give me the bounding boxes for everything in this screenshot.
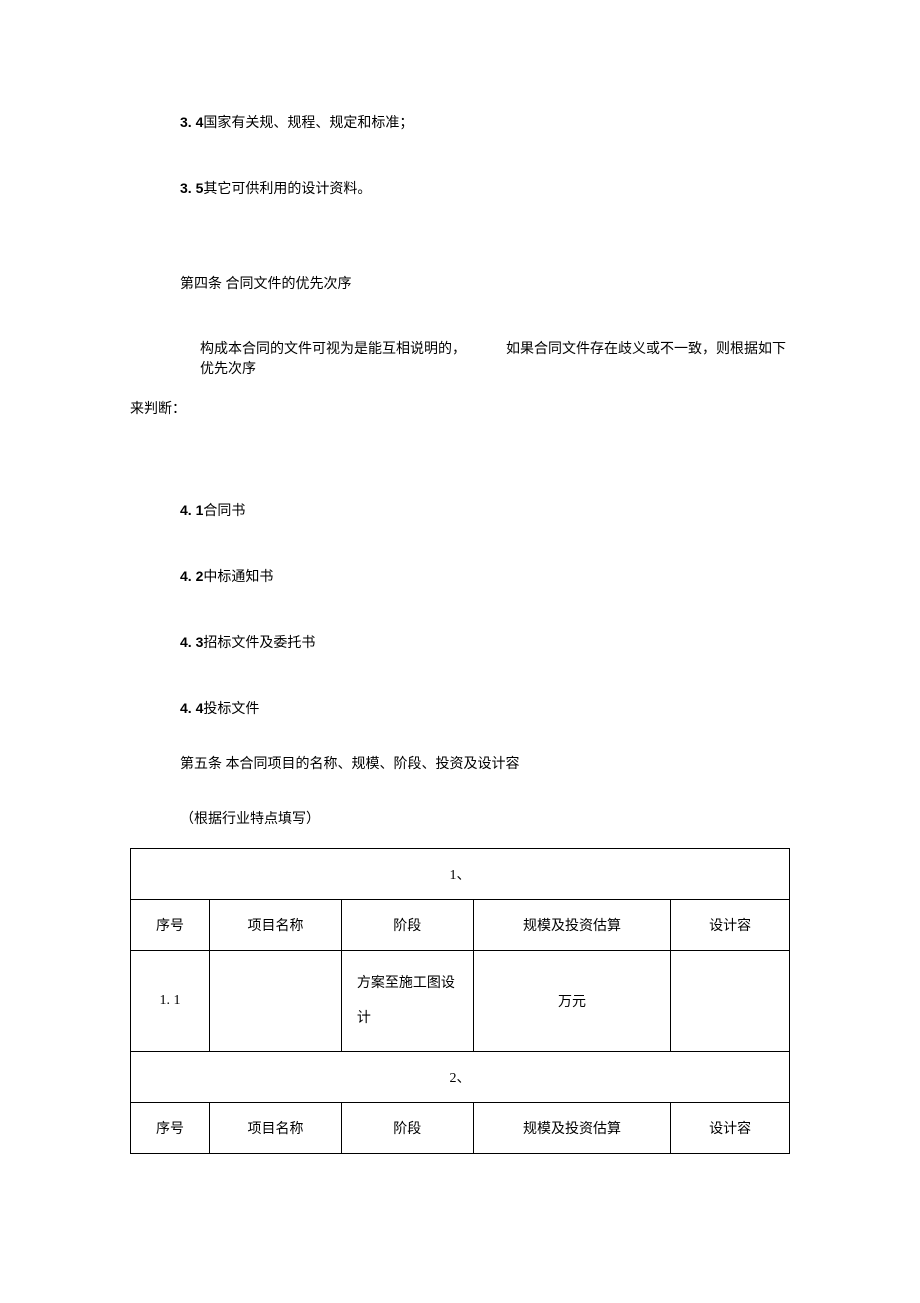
para-text: 招标文件及委托书 — [203, 636, 315, 651]
paragraph-4-3: 4. 3招标文件及委托书 — [130, 630, 790, 656]
paragraph-4-4: 4. 4投标文件 — [130, 696, 790, 722]
header-phase: 阶段 — [341, 899, 473, 950]
body-part-c: 来判断： — [130, 402, 186, 417]
para-number: 4. 4 — [180, 700, 203, 716]
para-number: 4. 2 — [180, 568, 203, 584]
header-scale-investment: 规模及投资估算 — [473, 1102, 671, 1153]
section-title-text: 第四条 合同文件的优先次序 — [180, 277, 352, 292]
header-seq: 序号 — [131, 1102, 210, 1153]
para-number: 4. 3 — [180, 634, 203, 650]
para-text: 其它可供利用的设计资料。 — [203, 182, 371, 197]
project-table: 1、 序号 项目名称 阶段 规模及投资估算 设计容 1. 1 方案至施工图设计 … — [130, 848, 790, 1154]
para-number: 3. 4 — [180, 114, 203, 130]
header-design-content: 设计容 — [671, 1102, 790, 1153]
document-body: 3. 4国家有关规、规程、规定和标准； 3. 5其它可供利用的设计资料。 第四条… — [0, 0, 920, 1154]
column-header-row-1: 序号 项目名称 阶段 规模及投资估算 设计容 — [131, 899, 790, 950]
section-title-text: 第五条 本合同项目的名称、规模、阶段、投资及设计容 — [180, 757, 520, 772]
group-2-header-cell: 2、 — [131, 1051, 790, 1102]
group-2-header-row: 2、 — [131, 1051, 790, 1102]
paragraph-3-5: 3. 5其它可供利用的设计资料。 — [130, 176, 790, 202]
cell-seq: 1. 1 — [131, 950, 210, 1051]
group-1-header-row: 1、 — [131, 848, 790, 899]
cell-project-name — [210, 950, 342, 1051]
section-4-body-line1: 构成本合同的文件可视为是能互相说明的，如果合同文件存在歧义或不一致，则根据如下优… — [130, 338, 790, 378]
cell-scale-investment: 万元 — [473, 950, 671, 1051]
section-4-title: 第四条 合同文件的优先次序 — [130, 272, 790, 297]
cell-phase: 方案至施工图设计 — [341, 950, 473, 1051]
section-4-body-line2: 来判断： — [130, 398, 790, 418]
section-5-note: （根据行业特点填写） — [130, 808, 790, 828]
header-phase: 阶段 — [341, 1102, 473, 1153]
para-text: 合同书 — [203, 504, 245, 519]
note-text: （根据行业特点填写） — [180, 812, 320, 827]
paragraph-4-2: 4. 2中标通知书 — [130, 564, 790, 590]
cell-design-content — [671, 950, 790, 1051]
section-5-title: 第五条 本合同项目的名称、规模、阶段、投资及设计容 — [130, 752, 790, 777]
header-project-name: 项目名称 — [210, 1102, 342, 1153]
header-seq: 序号 — [131, 899, 210, 950]
paragraph-3-4: 3. 4国家有关规、规程、规定和标准； — [130, 110, 790, 136]
header-design-content: 设计容 — [671, 899, 790, 950]
para-number: 3. 5 — [180, 180, 203, 196]
column-header-row-2: 序号 项目名称 阶段 规模及投资估算 设计容 — [131, 1102, 790, 1153]
para-text: 中标通知书 — [203, 570, 273, 585]
data-row-1-1: 1. 1 方案至施工图设计 万元 — [131, 950, 790, 1051]
para-text: 投标文件 — [203, 702, 259, 717]
header-project-name: 项目名称 — [210, 899, 342, 950]
para-number: 4. 1 — [180, 502, 203, 518]
body-part-a: 构成本合同的文件可视为是能互相说明的， — [200, 342, 466, 357]
group-1-header-cell: 1、 — [131, 848, 790, 899]
para-text: 国家有关规、规程、规定和标准； — [203, 116, 413, 131]
paragraph-4-1: 4. 1合同书 — [130, 498, 790, 524]
header-scale-investment: 规模及投资估算 — [473, 899, 671, 950]
